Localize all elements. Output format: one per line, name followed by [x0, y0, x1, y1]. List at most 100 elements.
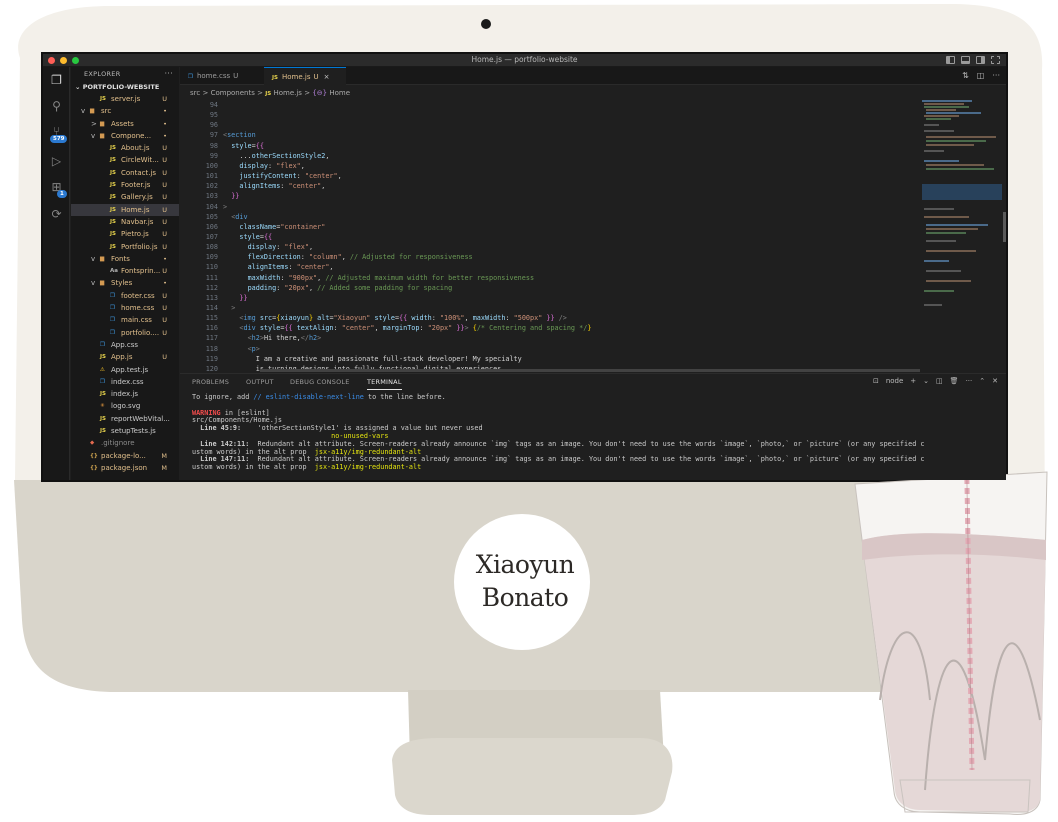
file-item[interactable]: {} package.json M — [71, 462, 179, 474]
line-number: 103 — [205, 192, 218, 201]
toggle-secondary-sidebar-icon[interactable] — [976, 56, 985, 64]
project-root[interactable]: ⌄ PORTFOLIO-WEBSITE — [71, 81, 179, 93]
line-content: maxWidth: "900px", // Adjusted maximum w… — [223, 273, 534, 283]
tab-home-css[interactable]: ❒ home.css U — [188, 67, 263, 85]
folder-item[interactable]: v ▆ Styles • — [71, 277, 179, 289]
file-name: src — [101, 107, 112, 116]
line-number: 107 — [205, 232, 218, 241]
file-item[interactable]: JS Pietro.js U — [71, 228, 179, 240]
file-name: Footer.js — [121, 181, 151, 190]
customize-layout-icon[interactable] — [991, 56, 1000, 64]
breadcrumb-src[interactable]: src — [190, 89, 200, 97]
folder-item[interactable]: > ▆ Assets • — [71, 118, 179, 130]
file-item[interactable]: JS setupTests.js — [71, 425, 179, 437]
terminal-shell[interactable]: node — [886, 377, 903, 385]
file-item[interactable]: JS Footer.js U — [71, 179, 179, 191]
file-item[interactable]: ❒ index.css — [71, 376, 179, 388]
new-terminal-icon[interactable]: + — [910, 377, 916, 385]
terminal-line: WARNING in [eslint] — [192, 408, 1002, 418]
tab-problems[interactable]: PROBLEMS — [192, 374, 229, 390]
code-editor[interactable]: 94 95 96 97 <section 98 style={{99 ...otherSe… — [180, 100, 920, 372]
compare-changes-icon[interactable]: ⇅ — [962, 71, 969, 80]
more-actions-icon[interactable]: ··· — [992, 71, 1000, 80]
folder-item[interactable]: v ▆ src • — [71, 105, 179, 117]
breadcrumb-file[interactable]: Home.js — [273, 89, 302, 97]
close-tab-icon[interactable]: × — [324, 73, 330, 81]
git-status: U — [162, 291, 167, 300]
file-item[interactable]: ❒ portfolio.... U — [71, 327, 179, 339]
file-item[interactable]: Aa Fontsprin... U — [71, 265, 179, 277]
split-editor-icon[interactable]: ◫ — [977, 71, 985, 80]
close-panel-icon[interactable]: ✕ — [992, 377, 998, 385]
file-item[interactable]: JS reportWebVital... — [71, 413, 179, 425]
terminal-output[interactable]: To ignore, add // eslint-disable-next-li… — [192, 393, 1002, 472]
run-debug-icon[interactable]: ▷ — [49, 154, 64, 169]
line-number: 105 — [205, 212, 218, 221]
file-item[interactable]: JS Navbar.js U — [71, 216, 179, 228]
breadcrumb-components[interactable]: Components — [211, 89, 255, 97]
toggle-primary-sidebar-icon[interactable] — [946, 56, 955, 64]
file-item[interactable]: JS Home.js U — [71, 203, 179, 216]
chevron-down-icon: ⌄ — [75, 83, 83, 91]
tab-home-js[interactable]: JS Home.js U × — [264, 67, 346, 85]
explorer-more-icon[interactable]: ··· — [164, 67, 173, 81]
file-item[interactable]: ❒ App.css — [71, 339, 179, 351]
code-token: // Added some padding for spacing — [317, 283, 453, 292]
line-number: 110 — [205, 263, 218, 272]
js-file-icon: JS — [110, 206, 117, 213]
code-token: marginTop — [382, 324, 420, 333]
file-item[interactable]: ⚠ App.test.js — [71, 364, 179, 376]
file-name: portfolio.... — [121, 328, 160, 337]
vertical-scrollbar[interactable] — [1003, 212, 1006, 242]
maximize-panel-icon[interactable]: ⌃ — [979, 377, 985, 385]
line-number: 106 — [205, 222, 218, 231]
code-token: "flex" — [284, 243, 309, 252]
explorer-icon[interactable]: ❐ — [49, 73, 64, 88]
file-item[interactable]: ❒ home.css U — [71, 302, 179, 314]
folder-item[interactable]: v ▆ Compone... • — [71, 130, 179, 142]
line-number: 120 — [205, 364, 218, 372]
chevron-down-icon: v — [91, 254, 96, 263]
file-item[interactable]: JS About.js U — [71, 142, 179, 154]
code-token: src — [259, 314, 273, 323]
folder-item[interactable]: v ▆ Fonts • — [71, 253, 179, 265]
file-item[interactable]: JS Gallery.js U — [71, 191, 179, 203]
file-item[interactable]: ❒ main.css U — [71, 314, 179, 326]
tab-output[interactable]: OUTPUT — [246, 374, 274, 390]
tab-debug-console[interactable]: DEBUG CONSOLE — [290, 374, 350, 390]
trash-icon[interactable]: 🗑 — [950, 377, 959, 385]
file-item[interactable]: ❒ footer.css U — [71, 290, 179, 302]
minimap[interactable] — [922, 100, 1002, 340]
file-item[interactable]: {} package-lo... M — [71, 450, 179, 462]
js-file-icon: JS — [110, 194, 117, 201]
file-item[interactable]: JS Portfolio.js U — [71, 241, 179, 253]
code-token: "500px" — [513, 314, 543, 323]
code-token: // Adjusted maximum width for better res… — [325, 273, 535, 282]
search-icon[interactable]: ⚲ — [49, 99, 64, 114]
split-terminal-icon[interactable]: ◫ — [936, 377, 943, 385]
js-file-icon: JS — [100, 354, 107, 361]
chevron-down-icon: v — [91, 131, 96, 140]
file-item[interactable]: JS server.js U — [71, 93, 179, 105]
file-item[interactable]: JS Contact.js U — [71, 167, 179, 179]
file-item[interactable]: JS App.js U — [71, 351, 179, 363]
toggle-panel-icon[interactable] — [961, 56, 970, 64]
chevron-down-icon[interactable]: ⌄ — [923, 377, 929, 385]
code-token: , — [308, 243, 314, 252]
file-item[interactable]: ✳ logo.svg — [71, 400, 179, 412]
name-first: Xiaoyun — [475, 550, 575, 579]
file-item[interactable]: JS CircleWit... U — [71, 154, 179, 166]
panel-more-icon[interactable]: ··· — [966, 377, 973, 385]
file-item[interactable]: ◆ .gitignore — [71, 437, 179, 449]
remote-explorer-icon[interactable]: ⟳ — [49, 207, 64, 222]
line-content: > — [223, 202, 227, 212]
css-file-icon: ❒ — [100, 341, 105, 348]
breadcrumb-symbol[interactable]: Home — [329, 89, 350, 97]
file-item[interactable]: JS index.js — [71, 388, 179, 400]
horizontal-scrollbar[interactable] — [260, 369, 920, 372]
terminal-text: WARNING — [192, 408, 221, 417]
tab-terminal[interactable]: TERMINAL — [367, 374, 402, 390]
terminal-text: Redundant alt attribute. Screen-readers … — [249, 439, 925, 448]
terminal-text: ustom words) in the alt prop — [192, 447, 315, 456]
